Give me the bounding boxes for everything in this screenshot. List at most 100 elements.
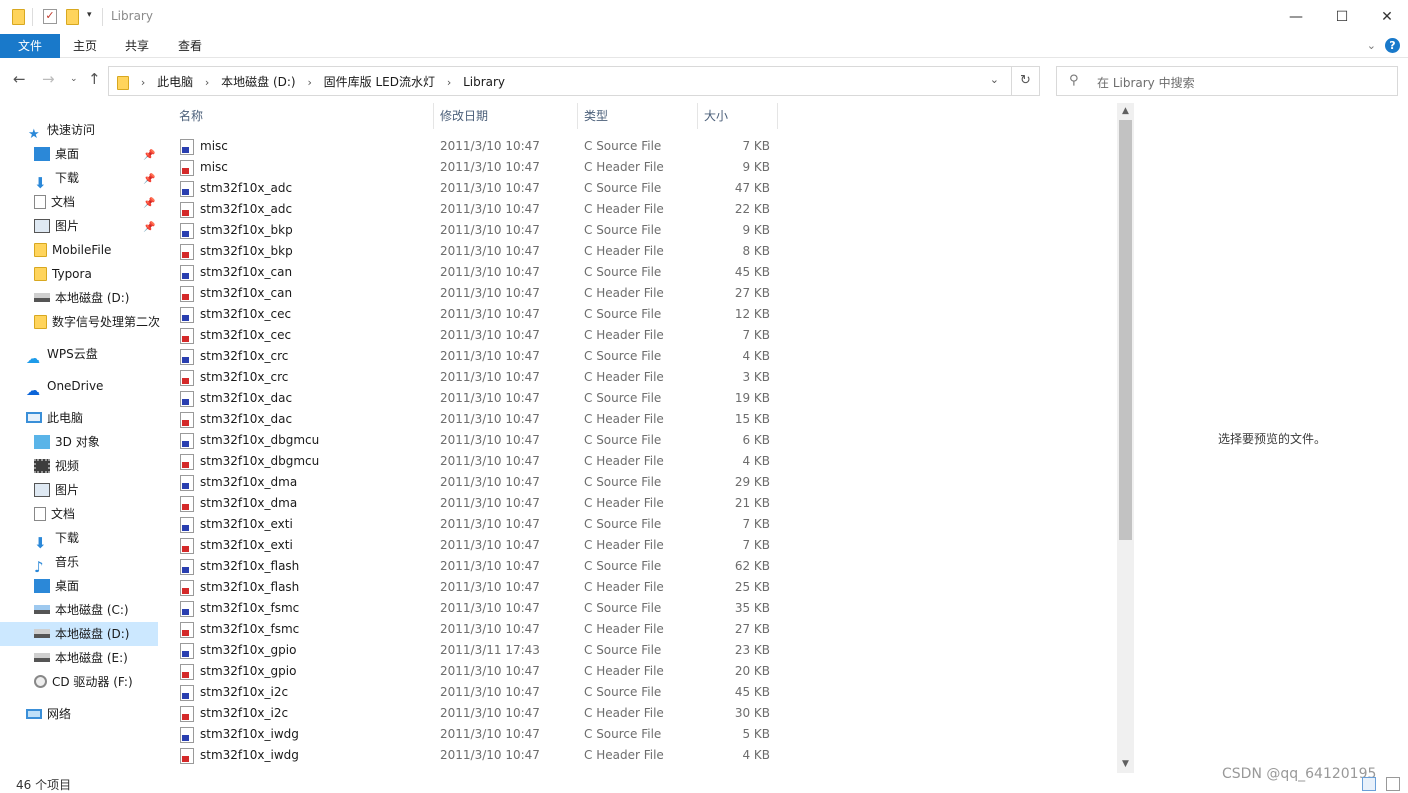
minimize-button[interactable]: — bbox=[1273, 0, 1319, 34]
chevron-down-icon[interactable]: ⌄ bbox=[990, 73, 999, 86]
file-row[interactable]: stm32f10x_cec 2011/3/10 10:47 C Source Fil… bbox=[172, 304, 778, 325]
sidebar-item-pc-documents[interactable]: 文档 bbox=[34, 502, 75, 526]
file-row[interactable]: stm32f10x_can 2011/3/10 10:47 C Source Fil… bbox=[172, 262, 778, 283]
file-row[interactable]: stm32f10x_exti 2011/3/10 10:47 C Source Fi… bbox=[172, 514, 778, 535]
column-divider[interactable] bbox=[577, 103, 578, 129]
file-row[interactable]: stm32f10x_dac 2011/3/10 10:47 C Header Fil… bbox=[172, 409, 778, 430]
column-divider[interactable] bbox=[777, 103, 778, 129]
sidebar-item-pc-downloads[interactable]: ⬇ 下载 bbox=[34, 526, 79, 550]
maximize-button[interactable]: ☐ bbox=[1319, 0, 1365, 34]
column-divider[interactable] bbox=[697, 103, 698, 129]
file-row[interactable]: stm32f10x_dma 2011/3/10 10:47 C Source Fil… bbox=[172, 472, 778, 493]
file-row[interactable]: stm32f10x_adc 2011/3/10 10:47 C Header Fil… bbox=[172, 199, 778, 220]
sidebar-item-drive-d[interactable]: 本地磁盘 (D:) bbox=[0, 622, 158, 646]
sidebar-item-pictures[interactable]: 图片 bbox=[34, 214, 79, 238]
help-icon[interactable]: ? bbox=[1385, 38, 1400, 53]
properties-icon[interactable]: ✓ bbox=[43, 9, 57, 24]
sidebar-item-network[interactable]: 网络 bbox=[26, 702, 71, 726]
breadcrumb-this-pc[interactable]: 此电脑 bbox=[157, 75, 193, 89]
pin-icon[interactable]: 📌 bbox=[143, 174, 155, 185]
file-row[interactable]: stm32f10x_fsmc 2011/3/10 10:47 C Source Fi… bbox=[172, 598, 778, 619]
file-row[interactable]: stm32f10x_crc 2011/3/10 10:47 C Header Fil… bbox=[172, 367, 778, 388]
column-header-date[interactable]: 修改日期 bbox=[440, 103, 576, 129]
tab-share[interactable]: 共享 bbox=[116, 34, 158, 58]
column-header-type[interactable]: 类型 bbox=[584, 103, 696, 129]
file-row[interactable]: misc 2011/3/10 10:47 C Source File 7 KB bbox=[172, 136, 778, 157]
chevron-right-icon[interactable]: › bbox=[307, 76, 311, 89]
details-view-icon[interactable] bbox=[1362, 777, 1376, 791]
search-input[interactable]: ⚲ 在 Library 中搜索 bbox=[1056, 66, 1398, 96]
file-row[interactable]: stm32f10x_dbgmcu 2011/3/10 10:47 C Header … bbox=[172, 451, 778, 472]
recent-locations-icon[interactable]: ⌄ bbox=[70, 74, 78, 84]
tab-home[interactable]: 主页 bbox=[64, 34, 106, 58]
file-row[interactable]: stm32f10x_dma 2011/3/10 10:47 C Header Fil… bbox=[172, 493, 778, 514]
sidebar-item-onedrive[interactable]: ☁ OneDrive bbox=[26, 374, 103, 398]
sidebar-item-drive-c[interactable]: 本地磁盘 (C:) bbox=[34, 598, 129, 622]
vertical-scrollbar[interactable]: ▲ ▼ bbox=[1117, 103, 1134, 773]
customize-toolbar-icon[interactable]: ▾ bbox=[87, 10, 92, 26]
scroll-down-icon[interactable]: ▼ bbox=[1117, 756, 1134, 773]
sidebar-item-dsp-folder[interactable]: 数字信号处理第二次 bbox=[34, 310, 160, 334]
file-row[interactable]: stm32f10x_crc 2011/3/10 10:47 C Source Fil… bbox=[172, 346, 778, 367]
file-row[interactable]: stm32f10x_can 2011/3/10 10:47 C Header Fil… bbox=[172, 283, 778, 304]
column-divider[interactable] bbox=[433, 103, 434, 129]
file-row[interactable]: stm32f10x_gpio 2011/3/10 10:47 C Header Fi… bbox=[172, 661, 778, 682]
scrollbar-thumb[interactable] bbox=[1119, 120, 1132, 540]
sidebar-item-pc-desktop[interactable]: 桌面 bbox=[34, 574, 79, 598]
sidebar-item-documents[interactable]: 文档 bbox=[34, 190, 75, 214]
file-row[interactable]: stm32f10x_i2c 2011/3/10 10:47 C Source Fil… bbox=[172, 682, 778, 703]
sidebar-item-pc-pictures[interactable]: 图片 bbox=[34, 478, 79, 502]
large-icons-view-icon[interactable] bbox=[1386, 777, 1400, 791]
sidebar-item-quick-access[interactable]: ★ 快速访问 bbox=[28, 118, 95, 142]
file-row[interactable]: stm32f10x_flash 2011/3/10 10:47 C Source F… bbox=[172, 556, 778, 577]
file-row[interactable]: stm32f10x_i2c 2011/3/10 10:47 C Header Fil… bbox=[172, 703, 778, 724]
sidebar-item-videos[interactable]: 视频 bbox=[34, 454, 79, 478]
breadcrumb-project[interactable]: 固件库版 LED流水灯 bbox=[324, 75, 435, 89]
sidebar-item-drive-e[interactable]: 本地磁盘 (E:) bbox=[34, 646, 128, 670]
column-header-name[interactable]: 名称 bbox=[179, 103, 433, 129]
file-row[interactable]: stm32f10x_adc 2011/3/10 10:47 C Source Fil… bbox=[172, 178, 778, 199]
expand-ribbon-icon[interactable]: ⌄ bbox=[1367, 39, 1376, 52]
file-row[interactable]: stm32f10x_iwdg 2011/3/10 10:47 C Header Fi… bbox=[172, 745, 778, 766]
sidebar-item-drive-d-quick[interactable]: 本地磁盘 (D:) bbox=[34, 286, 129, 310]
pin-icon[interactable]: 📌 bbox=[143, 198, 155, 209]
file-row[interactable]: stm32f10x_iwdg 2011/3/10 10:47 C Source Fi… bbox=[172, 724, 778, 745]
scroll-up-icon[interactable]: ▲ bbox=[1117, 103, 1134, 120]
pin-icon[interactable]: 📌 bbox=[143, 150, 155, 161]
back-arrow-icon[interactable]: ← bbox=[13, 70, 26, 88]
file-row[interactable]: stm32f10x_fsmc 2011/3/10 10:47 C Header Fi… bbox=[172, 619, 778, 640]
sidebar-item-typora[interactable]: Typora bbox=[34, 262, 92, 286]
tab-file[interactable]: 文件 bbox=[0, 34, 60, 58]
file-row[interactable]: stm32f10x_bkp 2011/3/10 10:47 C Header Fil… bbox=[172, 241, 778, 262]
sidebar-item-3d-objects[interactable]: 3D 对象 bbox=[34, 430, 100, 454]
file-row[interactable]: stm32f10x_exti 2011/3/10 10:47 C Header Fi… bbox=[172, 535, 778, 556]
forward-arrow-icon[interactable]: → bbox=[42, 70, 55, 88]
file-row[interactable]: stm32f10x_gpio 2011/3/11 17:43 C Source Fi… bbox=[172, 640, 778, 661]
sidebar-item-cd-drive[interactable]: CD 驱动器 (F:) bbox=[34, 670, 133, 694]
chevron-right-icon[interactable]: › bbox=[447, 76, 451, 89]
up-arrow-icon[interactable]: ↑ bbox=[88, 70, 101, 88]
address-bar[interactable]: › 此电脑 › 本地磁盘 (D:) › 固件库版 LED流水灯 › Librar… bbox=[108, 66, 1040, 96]
chevron-right-icon[interactable]: › bbox=[141, 76, 145, 89]
new-folder-icon[interactable] bbox=[66, 9, 79, 25]
tab-view[interactable]: 查看 bbox=[169, 34, 211, 58]
refresh-icon[interactable]: ↻ bbox=[1011, 67, 1039, 95]
close-button[interactable]: ✕ bbox=[1364, 0, 1408, 34]
file-row[interactable]: stm32f10x_bkp 2011/3/10 10:47 C Source Fil… bbox=[172, 220, 778, 241]
sidebar-item-this-pc[interactable]: 此电脑 bbox=[26, 406, 83, 430]
breadcrumb-library[interactable]: Library bbox=[463, 75, 505, 89]
breadcrumb-drive-d[interactable]: 本地磁盘 (D:) bbox=[221, 75, 295, 89]
file-row[interactable]: stm32f10x_flash 2011/3/10 10:47 C Header F… bbox=[172, 577, 778, 598]
sidebar-item-music[interactable]: ♪ 音乐 bbox=[34, 550, 79, 574]
file-row[interactable]: stm32f10x_dac 2011/3/10 10:47 C Source Fil… bbox=[172, 388, 778, 409]
file-row[interactable]: misc 2011/3/10 10:47 C Header File 9 KB bbox=[172, 157, 778, 178]
chevron-right-icon[interactable]: › bbox=[205, 76, 209, 89]
sidebar-item-mobilefile[interactable]: MobileFile bbox=[34, 238, 111, 262]
sidebar-item-desktop[interactable]: 桌面 bbox=[34, 142, 79, 166]
file-row[interactable]: stm32f10x_cec 2011/3/10 10:47 C Header Fil… bbox=[172, 325, 778, 346]
sidebar-item-wps-cloud[interactable]: ☁ WPS云盘 bbox=[26, 342, 98, 366]
file-row[interactable]: stm32f10x_dbgmcu 2011/3/10 10:47 C Source … bbox=[172, 430, 778, 451]
sidebar-item-downloads[interactable]: ⬇ 下载 bbox=[34, 166, 79, 190]
column-header-size[interactable]: 大小 bbox=[704, 103, 774, 129]
pin-icon[interactable]: 📌 bbox=[143, 222, 155, 233]
